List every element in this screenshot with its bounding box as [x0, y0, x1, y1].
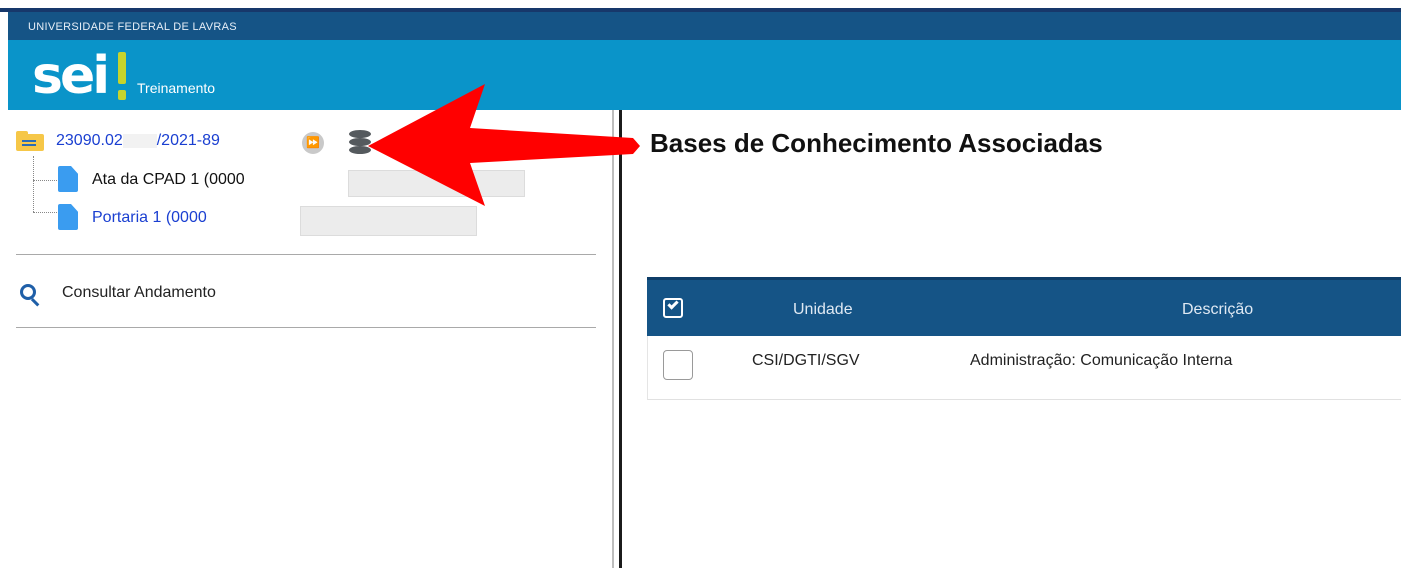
top-border [0, 0, 1401, 12]
separator [16, 327, 596, 328]
consult-progress-label: Consultar Andamento [62, 284, 216, 301]
environment-name: Treinamento [137, 80, 216, 96]
document-label: Ata da CPAD 1 (0000 [92, 171, 245, 188]
process-number-link[interactable]: 23090.02/2021-89 [56, 132, 220, 150]
process-number-end: /2021-89 [156, 132, 220, 149]
search-icon [20, 284, 42, 307]
logo-text: sei [32, 46, 110, 106]
cell-descricao: Administração: Comunicação Interna [970, 352, 1233, 369]
separator [16, 254, 596, 255]
redacted-segment [122, 133, 157, 148]
panel-resize-handle[interactable] [619, 110, 622, 568]
select-all-checkbox[interactable] [663, 298, 683, 318]
document-icon [58, 166, 78, 192]
logo-accent [118, 52, 126, 84]
table-header: Unidade Descrição [647, 277, 1401, 336]
document-icon [58, 204, 78, 230]
fast-forward-icon[interactable]: ⏩ [302, 132, 324, 154]
column-header-descricao[interactable]: Descrição [1182, 301, 1253, 319]
consult-progress-link[interactable]: Consultar Andamento [20, 283, 280, 307]
row-checkbox[interactable] [663, 350, 693, 380]
cell-unidade: CSI/DGTI/SGV [752, 352, 860, 369]
process-node[interactable]: 23090.02/2021-89 ⏩ [16, 128, 376, 154]
tree-document-item[interactable]: Portaria 1 (0000 [58, 204, 478, 236]
document-label: Portaria 1 (0000 [92, 209, 207, 226]
process-number-start: 23090.02 [56, 132, 123, 149]
panel-divider [612, 110, 614, 568]
page-title: Bases de Conhecimento Associadas [650, 128, 1103, 158]
database-icon[interactable] [349, 130, 371, 154]
organization-name: UNIVERSIDADE FEDERAL DE LAVRAS [28, 21, 237, 33]
redacted-block [300, 206, 477, 236]
folder-icon [16, 131, 44, 151]
table-row[interactable]: CSI/DGTI/SGV Administração: Comunicação … [647, 336, 1401, 400]
tree-document-item[interactable]: Ata da CPAD 1 (0000 [58, 166, 528, 197]
column-header-unidade[interactable]: Unidade [793, 301, 853, 319]
app-header: sei Treinamento [8, 40, 1401, 110]
organization-bar: UNIVERSIDADE FEDERAL DE LAVRAS [8, 12, 1401, 40]
logo-accent-dot [118, 90, 126, 100]
redacted-block [348, 170, 525, 197]
